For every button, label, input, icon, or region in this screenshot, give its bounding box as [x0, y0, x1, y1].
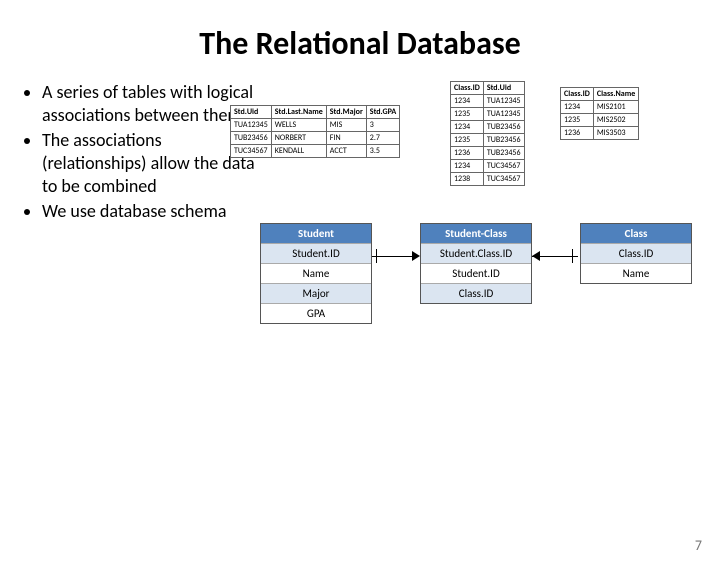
schema-diagram: Student Student.ID Name Major GPA Studen… [260, 223, 700, 383]
schema-row: Student.ID [261, 243, 371, 263]
bullet-list: A series of tables with logical associat… [20, 81, 260, 383]
th: Std.Uid [231, 106, 272, 119]
th: Class.Name [593, 88, 638, 101]
schema-row: Name [261, 263, 371, 283]
class-table: Class.ID Class.Name 1234MIS2101 1235MIS2… [560, 87, 639, 140]
th: Std.GPA [366, 106, 399, 119]
slide-title: The Relational Database [0, 24, 720, 63]
schema-row: Student.ID [421, 263, 531, 283]
schema-row: Major [261, 283, 371, 303]
schema-title: Student-Class [421, 224, 531, 243]
schema-row: GPA [261, 303, 371, 323]
schema-row: Class.ID [581, 243, 691, 263]
schema-student-class: Student-Class Student.Class.ID Student.I… [420, 223, 532, 304]
connector-one-icon [376, 249, 377, 263]
th: Std.Last.Name [271, 106, 326, 119]
student-class-table: Class.ID Std.Uid 1234TUA12345 1235TUA123… [450, 81, 525, 186]
schema-title: Student [261, 224, 371, 243]
th: Std.Major [326, 106, 366, 119]
crowfoot-icon [412, 251, 420, 261]
student-table: Std.Uid Std.Last.Name Std.Major Std.GPA … [230, 105, 400, 158]
bullet-1: A series of tables with logical associat… [42, 81, 260, 127]
bullet-2: The associations (relationships) allow t… [42, 129, 260, 198]
schema-row: Student.Class.ID [421, 243, 531, 263]
schema-class: Class Class.ID Name [580, 223, 692, 284]
schema-row: Class.ID [421, 283, 531, 303]
connector-one-icon [572, 249, 573, 263]
bullet-3: We use database schema [42, 200, 260, 223]
schema-row: Name [581, 263, 691, 283]
th: Std.Uid [483, 82, 524, 95]
schema-student: Student Student.ID Name Major GPA [260, 223, 372, 324]
th: Class.ID [451, 82, 484, 95]
th: Class.ID [561, 88, 594, 101]
crowfoot-icon [532, 251, 540, 261]
schema-title: Class [581, 224, 691, 243]
